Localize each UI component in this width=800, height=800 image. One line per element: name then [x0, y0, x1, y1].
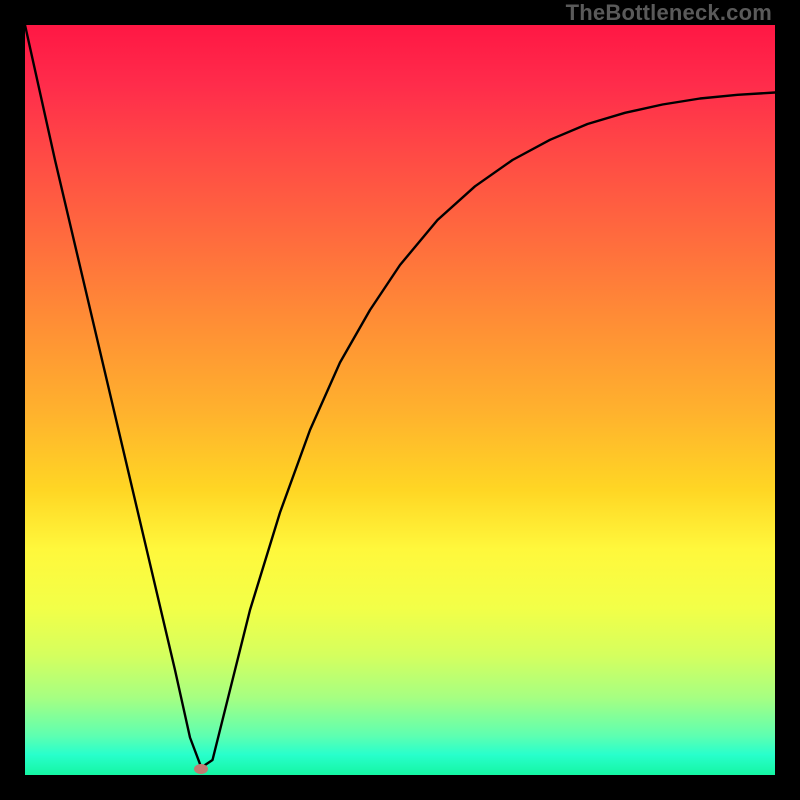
bottleneck-curve: [25, 25, 775, 775]
minimum-marker-icon: [194, 764, 208, 774]
chart-frame: TheBottleneck.com: [0, 0, 800, 800]
plot-area: [25, 25, 775, 775]
watermark-text: TheBottleneck.com: [566, 0, 772, 26]
